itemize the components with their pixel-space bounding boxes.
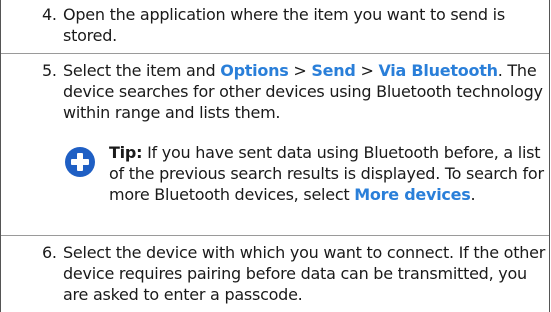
step-number: 4. (42, 5, 57, 24)
via-bluetooth-link[interactable]: Via Bluetooth (378, 61, 498, 80)
send-link[interactable]: Send (311, 61, 355, 80)
menu-separator: > (288, 61, 312, 80)
divider (1, 235, 549, 236)
more-devices-link[interactable]: More devices (354, 185, 471, 204)
plus-circle-icon (64, 146, 96, 178)
step-text: Open the application where the item you … (63, 5, 505, 45)
options-link[interactable]: Options (220, 61, 289, 80)
step-text: Select the item and Options > Send > Via… (63, 60, 549, 123)
divider (1, 53, 549, 54)
step-6: 6. Select the device with which you want… (1, 242, 549, 305)
menu-separator: > (355, 61, 379, 80)
tip-box: Tip: If you have sent data using Bluetoo… (1, 142, 549, 205)
step-4: 4. Open the application where the item y… (1, 4, 549, 46)
step-text: Select the device with which you want to… (63, 243, 546, 304)
tip-text-end: . (470, 185, 476, 204)
step-number: 5. (42, 61, 57, 80)
step-number: 6. (42, 243, 57, 262)
step-text-intro: Select the item and (63, 61, 221, 80)
tip-label: Tip: (109, 143, 143, 162)
tip-text: If you have sent data using Bluetooth be… (109, 143, 544, 204)
step-5: 5. Select the item and Options > Send > … (1, 60, 549, 123)
